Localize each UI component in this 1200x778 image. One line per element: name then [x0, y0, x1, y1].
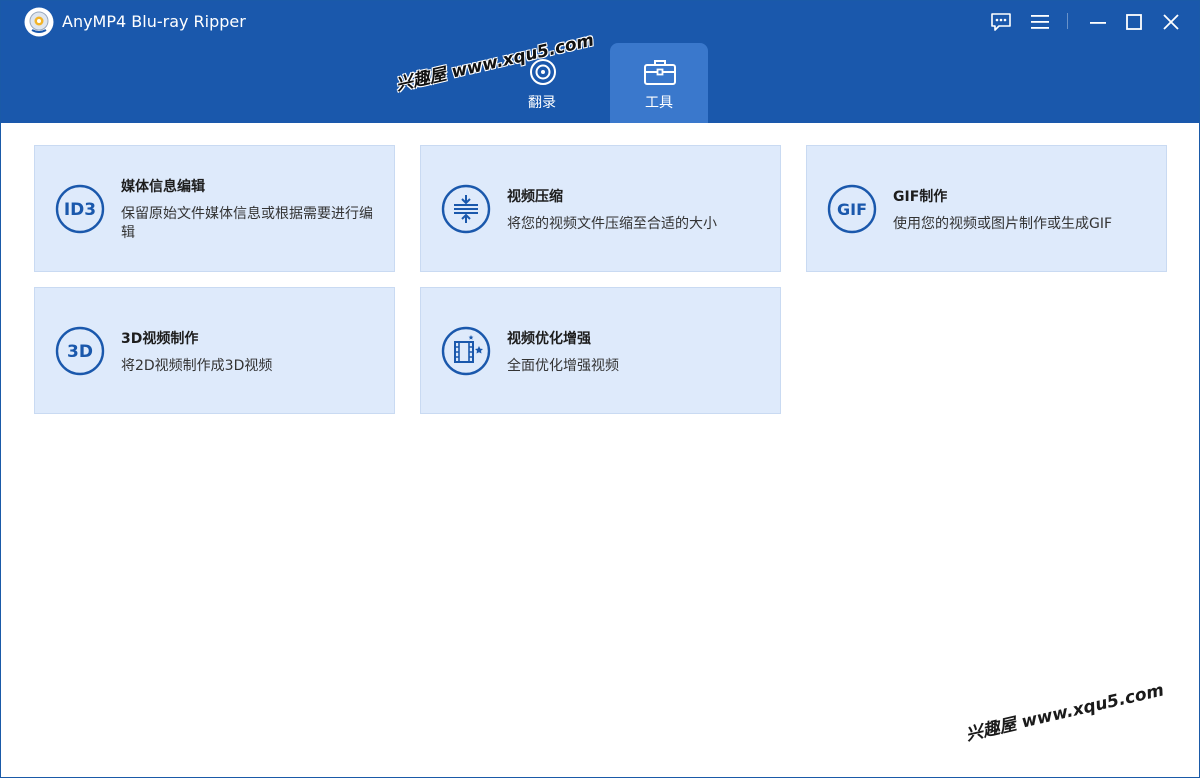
tab-tools[interactable]: 工具: [610, 43, 708, 123]
card-title: 媒体信息编辑: [121, 179, 205, 195]
tool-card-video-enhance[interactable]: 视频优化增强 全面优化增强视频: [420, 287, 781, 414]
minimize-icon[interactable]: [1085, 9, 1111, 35]
card-description: 全面优化增强视频: [507, 358, 619, 374]
3d-icon: 3D: [55, 326, 105, 376]
video-enhance-icon: [441, 326, 491, 376]
card-description: 将您的视频文件压缩至合适的大小: [507, 216, 717, 232]
feedback-icon[interactable]: [988, 9, 1014, 35]
app-window: AnyMP4 Blu-ray Ripper 翻录 工具 兴趣屋 www.xqu5…: [0, 0, 1200, 778]
svg-text:ID3: ID3: [64, 200, 96, 220]
compress-icon: [441, 184, 491, 234]
maximize-icon[interactable]: [1121, 9, 1147, 35]
card-title: 视频优化增强: [507, 331, 591, 347]
tab-label: 翻录: [528, 95, 556, 111]
card-description: 保留原始文件媒体信息或根据需要进行编辑: [121, 206, 373, 241]
app-title: AnyMP4 Blu-ray Ripper: [62, 12, 246, 31]
title-bar: AnyMP4 Blu-ray Ripper 翻录 工具 兴趣屋 www.xqu5…: [1, 1, 1199, 123]
tool-card-gif-maker[interactable]: GIF GIF制作 使用您的视频或图片制作或生成GIF: [806, 145, 1167, 272]
disc-logo-icon: [24, 7, 54, 37]
tool-card-media-info[interactable]: ID3 媒体信息编辑 保留原始文件媒体信息或根据需要进行编辑: [34, 145, 395, 272]
card-title: 3D视频制作: [121, 331, 199, 347]
tool-card-video-compress[interactable]: 视频压缩 将您的视频文件压缩至合适的大小: [420, 145, 781, 272]
menu-icon[interactable]: [1027, 9, 1053, 35]
card-description: 将2D视频制作成3D视频: [121, 358, 273, 374]
toolbox-icon: [644, 60, 676, 85]
id3-icon: ID3: [55, 184, 105, 234]
title-bar-divider: [1067, 13, 1068, 29]
tab-label: 工具: [645, 95, 673, 111]
close-icon[interactable]: [1158, 9, 1184, 35]
card-description: 使用您的视频或图片制作或生成GIF: [893, 216, 1113, 232]
watermark: 兴趣屋 www.xqu5.com: [964, 680, 1166, 746]
tool-card-3d-maker[interactable]: 3D 3D视频制作 将2D视频制作成3D视频: [34, 287, 395, 414]
card-title: GIF制作: [893, 189, 948, 205]
gif-icon: GIF: [827, 184, 877, 234]
card-title: 视频压缩: [507, 189, 563, 205]
svg-text:3D: 3D: [67, 342, 93, 362]
svg-text:GIF: GIF: [837, 200, 867, 219]
